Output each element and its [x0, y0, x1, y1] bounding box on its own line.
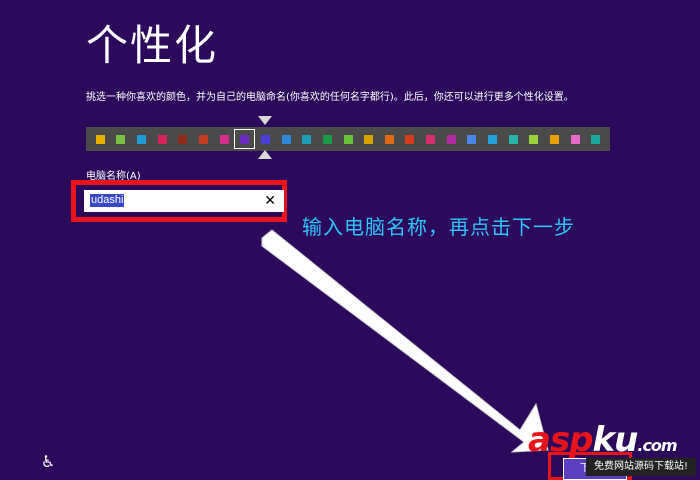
annotation-arrow [261, 229, 549, 453]
annotation-text: 输入电脑名称，再点击下一步 [302, 215, 575, 239]
watermark-com: .com [637, 436, 677, 455]
ease-of-access-icon[interactable]: ♿ [38, 452, 58, 472]
watermark-subtitle: 免费网站源码下载站! [586, 458, 696, 476]
